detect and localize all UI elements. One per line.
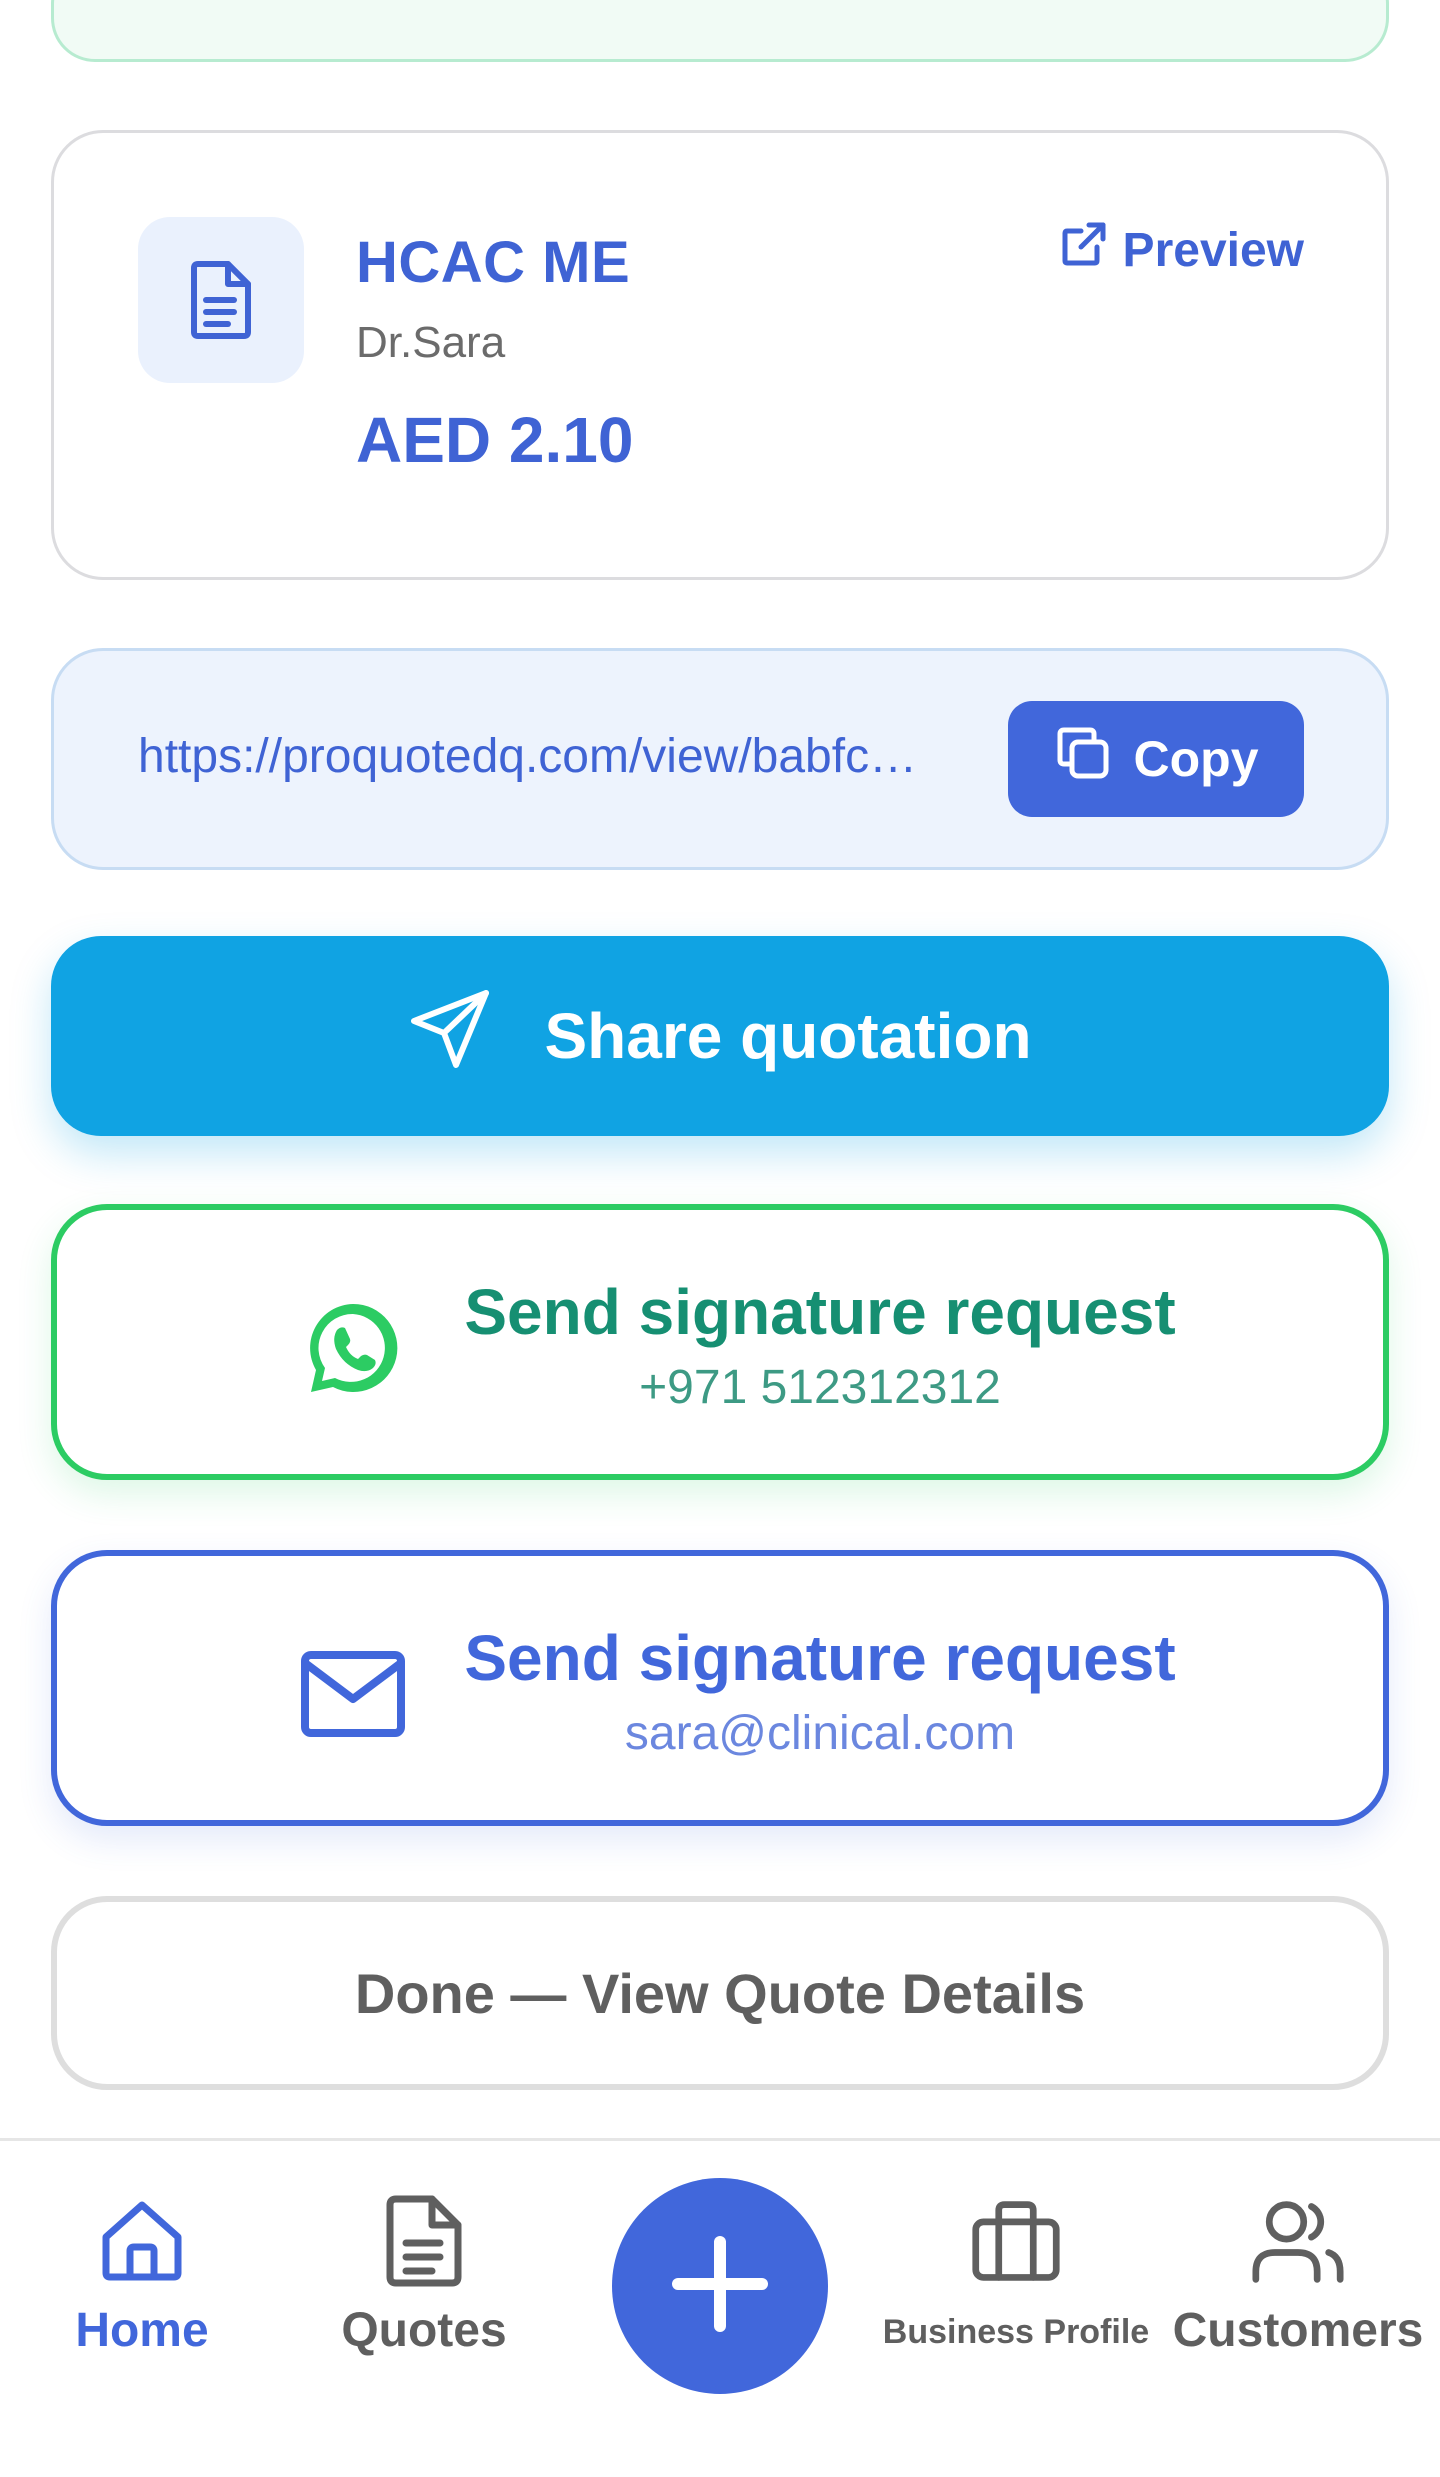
whatsapp-signature-request-button[interactable]: Send signature request +971 512312312 xyxy=(51,1204,1389,1480)
quote-title: HCAC ME xyxy=(356,230,631,295)
whatsapp-request-title: Send signature request xyxy=(464,1276,1176,1348)
quote-customer-name: Dr.Sara xyxy=(356,318,506,367)
whatsapp-request-texts: Send signature request +971 512312312 xyxy=(457,1270,1183,1415)
whatsapp-request-phone: +971 512312312 xyxy=(639,1361,1001,1414)
share-link-url[interactable]: https://proquotedq.com/view/babfc… xyxy=(138,729,1028,784)
home-icon xyxy=(96,2195,188,2287)
external-link-icon xyxy=(1061,221,1107,279)
done-view-quote-details-button[interactable]: Done — View Quote Details xyxy=(51,1896,1389,2090)
email-request-address: sara@clinical.com xyxy=(624,1707,1016,1760)
document-icon xyxy=(138,217,304,383)
users-icon xyxy=(1252,2195,1344,2287)
briefcase-icon xyxy=(970,2195,1062,2287)
mail-icon xyxy=(299,1640,407,1748)
quote-amount: AED 2.10 xyxy=(356,404,634,476)
email-request-texts: Send signature request sara@clinical.com xyxy=(457,1616,1183,1761)
copy-label: Copy xyxy=(1133,731,1259,787)
send-icon xyxy=(408,987,492,1086)
copy-button[interactable]: Copy xyxy=(1008,701,1304,817)
nav-label-home: Home xyxy=(75,2304,209,2357)
quotes-icon xyxy=(378,2195,470,2287)
page: HCAC ME Dr.Sara AED 2.10 Preview https:/… xyxy=(0,0,1440,2477)
nav-item-customers[interactable]: Customers xyxy=(1173,2195,1423,2358)
create-quote-fab[interactable] xyxy=(612,2178,828,2394)
share-link-bar: https://proquotedq.com/view/babfc… Copy xyxy=(51,648,1389,870)
email-signature-request-button[interactable]: Send signature request sara@clinical.com xyxy=(51,1550,1389,1826)
nav-label-quotes: Quotes xyxy=(341,2304,507,2357)
quote-summary-card: HCAC ME Dr.Sara AED 2.10 Preview xyxy=(51,130,1389,580)
preview-link[interactable]: Preview xyxy=(1061,221,1304,279)
copy-icon xyxy=(1054,724,1112,794)
nav-item-quotes[interactable]: Quotes xyxy=(334,2195,514,2358)
share-quotation-label: Share quotation xyxy=(544,1000,1032,1072)
share-quotation-button[interactable]: Share quotation xyxy=(51,936,1389,1136)
nav-item-business-profile[interactable]: Business Profile xyxy=(878,2195,1154,2352)
previous-card xyxy=(51,0,1389,62)
nav-label-business-profile: Business Profile xyxy=(882,2313,1150,2351)
email-request-title: Send signature request xyxy=(464,1622,1176,1694)
plus-icon xyxy=(670,2234,770,2339)
preview-label: Preview xyxy=(1122,223,1304,277)
whatsapp-icon xyxy=(299,1294,407,1402)
nav-label-customers: Customers xyxy=(1172,2304,1424,2357)
bottom-navigation: Home Quotes Business Profile Customers xyxy=(0,2138,1440,2477)
nav-item-home[interactable]: Home xyxy=(70,2195,214,2358)
